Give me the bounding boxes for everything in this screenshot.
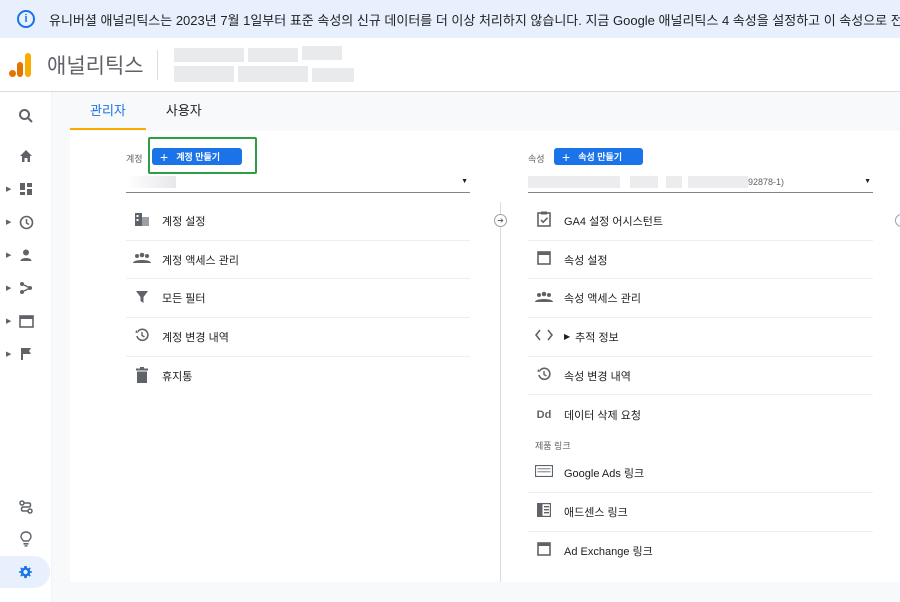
property-access-item[interactable]: 속성 액세스 관리 [528, 279, 873, 319]
adsense-icon [534, 502, 554, 520]
dd-icon: Dd [536, 408, 552, 421]
ga4-setup-assistant-item[interactable]: GA4 설정 어시스턴트 [528, 202, 873, 241]
left-nav-rail: ▶ ▶ ▶ ▶ ▶ ▶ [0, 92, 52, 602]
dashboard-icon[interactable]: ▶ [0, 173, 52, 205]
app-name[interactable]: 애널리틱스 [47, 50, 144, 80]
banner-message: 유니버셜 애널리틱스는 2023년 7월 1일부터 표준 속성의 신규 데이터를… [49, 12, 900, 28]
tab-admin[interactable]: 관리자 [70, 92, 146, 130]
account-column-label: 계정 [126, 154, 143, 164]
people-icon [132, 252, 152, 267]
property-selector-suffix: 92878-1) [748, 176, 785, 187]
history-icon [534, 367, 554, 384]
edge-arrow-icon[interactable] [895, 214, 900, 227]
adsense-link-item[interactable]: 애드센스 링크 [528, 493, 873, 532]
account-settings-item[interactable]: 계정 설정 [126, 202, 470, 241]
app-header: 애널리틱스 [0, 38, 900, 92]
behavior-icon[interactable]: ▶ [0, 305, 52, 337]
history-icon [132, 328, 152, 345]
info-icon: i [17, 10, 35, 28]
gear-icon[interactable] [0, 556, 50, 588]
person-icon[interactable]: ▶ [0, 239, 52, 271]
search-icon[interactable] [0, 100, 52, 132]
expand-caret-icon[interactable]: ▶ [564, 332, 570, 341]
trash-item[interactable]: 휴지통 [126, 357, 470, 396]
trash-icon [132, 366, 152, 386]
acquisition-icon[interactable]: ▶ [0, 272, 52, 304]
lightbulb-icon[interactable] [0, 523, 52, 555]
header-divider [156, 49, 158, 80]
dropdown-arrow-icon: ▼ [864, 178, 871, 185]
create-account-highlight [148, 137, 257, 174]
tab-user[interactable]: 사용자 [146, 92, 222, 130]
property-menu: GA4 설정 어시스턴트 속성 설정 속성 액세스 관리 ▶ 추적 정보 속성 … [528, 202, 873, 570]
arrow-right-icon[interactable]: ➔ [494, 214, 507, 227]
admin-panel: 계정 + 계정 만들기 ▼ 계정 설정 계정 액세스 관리 모든 필터 계정 변… [70, 131, 900, 582]
account-access-item[interactable]: 계정 액세스 관리 [126, 241, 470, 280]
create-property-label: 속성 만들기 [578, 152, 623, 162]
column-divider [500, 202, 501, 582]
dropdown-arrow-icon: ▼ [461, 178, 468, 185]
route-icon[interactable] [0, 491, 52, 523]
account-history-item[interactable]: 계정 변경 내역 [126, 318, 470, 357]
property-column-label: 속성 [528, 154, 545, 164]
people-icon [534, 291, 554, 306]
admin-tabs: 관리자 사용자 [70, 92, 222, 130]
property-settings-item[interactable]: 속성 설정 [528, 241, 873, 280]
property-history-item[interactable]: 속성 변경 내역 [528, 357, 873, 396]
flag-icon[interactable]: ▶ [0, 338, 52, 370]
analytics-logo-icon[interactable] [9, 52, 33, 77]
checklist-icon [534, 211, 554, 230]
account-selector[interactable]: ▼ [126, 171, 470, 193]
ads-icon [534, 465, 554, 480]
admin-main: 관리자 사용자 계정 + 계정 만들기 ▼ 계정 설정 계정 액세스 관리 모든… [52, 92, 900, 602]
tracking-info-item[interactable]: ▶ 추적 정보 [528, 318, 873, 357]
square-icon [534, 542, 554, 559]
filter-icon [132, 290, 152, 306]
square-icon [534, 251, 554, 268]
home-icon[interactable] [0, 140, 52, 172]
plus-icon: + [562, 148, 571, 165]
info-banner: i 유니버셜 애널리틱스는 2023년 7월 1일부터 표준 속성의 신규 데이… [0, 0, 900, 38]
google-ads-link-item[interactable]: Google Ads 링크 [528, 454, 873, 493]
product-links-label: 제품 링크 [535, 441, 571, 452]
all-filters-item[interactable]: 모든 필터 [126, 279, 470, 319]
account-menu: 계정 설정 계정 액세스 관리 모든 필터 계정 변경 내역 휴지통 [126, 202, 470, 395]
property-selector[interactable]: 92878-1) ▼ [528, 171, 873, 193]
ad-exchange-link-item[interactable]: Ad Exchange 링크 [528, 532, 873, 571]
account-selector-redacted[interactable] [173, 44, 354, 86]
code-icon [534, 329, 554, 344]
data-deletion-item[interactable]: Dd 데이터 삭제 요청 [528, 395, 873, 434]
clock-icon[interactable]: ▶ [0, 206, 52, 238]
building-icon [132, 212, 152, 229]
create-property-button[interactable]: + 속성 만들기 [554, 148, 643, 165]
